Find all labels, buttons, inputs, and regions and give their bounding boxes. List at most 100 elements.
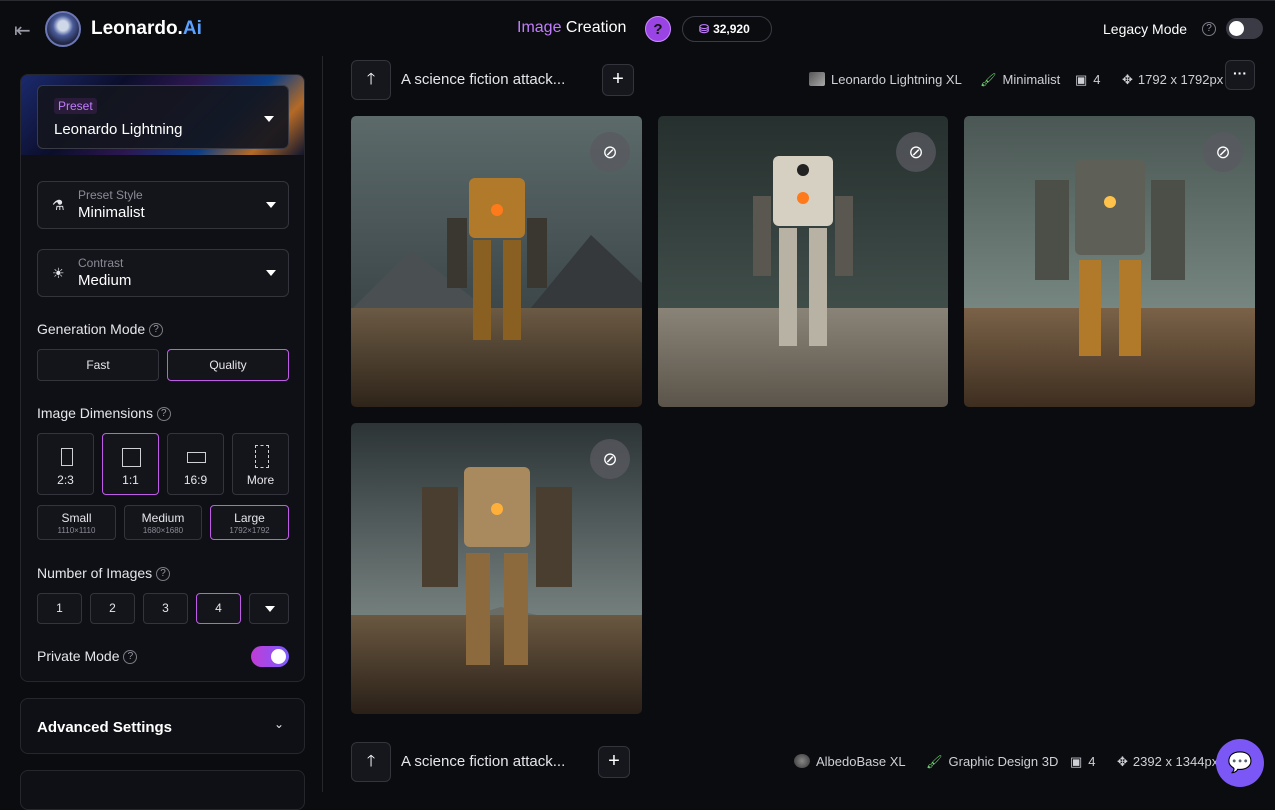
preset-tag: Preset xyxy=(54,98,97,114)
aspect-2-3-button[interactable]: 2:3 xyxy=(37,433,94,495)
generated-image[interactable]: ⊘ xyxy=(351,116,642,407)
num-images-3-button[interactable]: 3 xyxy=(143,593,188,624)
generated-image[interactable]: ⊘ xyxy=(964,116,1255,407)
size-dims: 1792×1792 xyxy=(229,526,270,535)
contrast-value: Medium xyxy=(78,272,132,289)
size-label: Small xyxy=(61,511,92,525)
token-balance[interactable]: ⛁ 32,920 xyxy=(682,16,772,42)
eye-off-icon[interactable]: ⊘ xyxy=(590,132,630,172)
legacy-mode-label: Legacy Mode xyxy=(1103,21,1188,37)
model-thumbnail-icon xyxy=(794,754,810,768)
help-icon[interactable]: ? xyxy=(1202,22,1216,36)
coins-icon: ⛁ xyxy=(699,22,710,36)
ellipsis-icon: ··· xyxy=(1233,65,1247,81)
portrait-icon xyxy=(61,448,73,466)
preset-dropdown[interactable]: Preset Leonardo Lightning xyxy=(37,85,289,149)
chevron-down-icon xyxy=(264,116,274,122)
images-icon: ▣ xyxy=(1070,754,1083,769)
generated-image[interactable]: ⊘ xyxy=(658,116,948,407)
help-icon[interactable]: ? xyxy=(156,407,171,422)
eye-off-icon[interactable]: ⊘ xyxy=(590,439,630,479)
style-info: 🖌 Minimalist xyxy=(980,72,1061,87)
size-label: Medium xyxy=(141,511,185,525)
number-of-images-label: Number of Images ? xyxy=(37,565,171,582)
chevron-down-icon xyxy=(265,606,275,612)
size-dims: 1110×1110 xyxy=(57,526,96,535)
num-images-1-button[interactable]: 1 xyxy=(37,593,82,624)
page-title: Image Creation xyxy=(517,19,627,36)
panel-divider xyxy=(322,56,323,792)
aspect-more-button[interactable]: More xyxy=(232,433,289,495)
dimensions-info: ✥ 1792 x 1792px xyxy=(1122,72,1224,87)
next-settings-panel[interactable] xyxy=(20,770,305,810)
mode-fast-button[interactable]: Fast xyxy=(37,349,159,381)
brand-suffix: Ai xyxy=(182,18,202,39)
advanced-settings-panel[interactable]: Advanced Settings ⌄ xyxy=(20,698,305,754)
settings-sidebar: Preset Leonardo Lightning ⚗ Preset Style… xyxy=(20,74,305,682)
help-icon[interactable]: ? xyxy=(149,323,164,338)
generation-header: 🡑 A science fiction attack... + Leonardo… xyxy=(351,60,1255,100)
brand-name[interactable]: Leonardo.Ai xyxy=(91,18,202,40)
preset-style-dropdown[interactable]: ⚗ Preset Style Minimalist xyxy=(37,181,289,229)
size-large-button[interactable]: Large 1792×1792 xyxy=(210,505,289,540)
contrast-dropdown[interactable]: ☀ Contrast Medium xyxy=(37,249,289,297)
eye-off-icon[interactable]: ⊘ xyxy=(1203,132,1243,172)
model-thumbnail-icon xyxy=(809,72,825,86)
image-count-info: ▣ 4 xyxy=(1075,72,1101,87)
back-arrow-icon[interactable]: ⇤ xyxy=(14,18,31,43)
dimensions-info: ✥ 2392 x 1344px xyxy=(1117,754,1219,769)
move-icon: ✥ xyxy=(1122,72,1133,87)
aspect-1-1-button[interactable]: 1:1 xyxy=(102,433,159,495)
chat-icon[interactable]: 💬 xyxy=(1216,739,1264,787)
help-button[interactable]: ? xyxy=(645,16,671,42)
image-count-info: ▣ 4 xyxy=(1070,754,1096,769)
help-icon[interactable]: ? xyxy=(123,650,138,665)
robot-figure xyxy=(753,156,853,356)
num-images-more-button[interactable] xyxy=(249,593,289,624)
advanced-settings-label: Advanced Settings xyxy=(37,719,173,736)
num-images-2-button[interactable]: 2 xyxy=(90,593,135,624)
private-mode-label: Private Mode ? xyxy=(37,648,138,665)
chevron-down-icon: ⌄ xyxy=(273,717,284,731)
size-small-button[interactable]: Small 1110×1110 xyxy=(37,505,116,540)
robot-figure xyxy=(421,467,572,667)
robot-figure xyxy=(1034,160,1185,360)
legacy-mode-toggle[interactable] xyxy=(1226,18,1263,39)
reuse-prompt-button[interactable]: 🡑 xyxy=(351,60,391,100)
private-mode-toggle[interactable] xyxy=(251,646,289,667)
size-label: Large xyxy=(234,511,265,525)
image-dimensions-label: Image Dimensions ? xyxy=(37,405,171,422)
generated-image[interactable]: ⊘ xyxy=(351,423,642,714)
size-dims: 1680×1680 xyxy=(142,526,184,535)
custom-ratio-icon xyxy=(255,445,269,468)
move-icon: ✥ xyxy=(1117,754,1128,769)
arrow-up-icon: 🡑 xyxy=(366,71,376,88)
add-button[interactable]: + xyxy=(602,64,634,96)
size-medium-button[interactable]: Medium 1680×1680 xyxy=(124,505,202,540)
preset-banner: Preset Leonardo Lightning xyxy=(21,75,304,155)
generation-header: 🡑 A science fiction attack... + AlbedoBa… xyxy=(351,742,1255,782)
generation-mode-label: Generation Mode ? xyxy=(37,321,164,338)
brush-icon: 🖌 xyxy=(926,754,943,769)
model-info: Leonardo Lightning XL xyxy=(809,72,962,87)
prompt-text[interactable]: A science fiction attack... xyxy=(401,71,565,88)
num-images-4-button[interactable]: 4 xyxy=(196,593,241,624)
brush-icon: 🖌 xyxy=(980,72,997,87)
plus-icon: + xyxy=(608,750,620,772)
top-bar: ⇤ Leonardo.Ai Image Creation ? ⛁ 32,920 L… xyxy=(0,0,1275,56)
flask-icon: ⚗ xyxy=(52,197,65,213)
more-options-button[interactable]: ··· xyxy=(1225,60,1255,90)
sun-icon: ☀ xyxy=(52,265,65,281)
logo-avatar[interactable] xyxy=(45,11,81,47)
eye-off-icon[interactable]: ⊘ xyxy=(896,132,936,172)
preset-value: Leonardo Lightning xyxy=(54,121,183,138)
chevron-down-icon xyxy=(266,270,276,276)
aspect-label: 16:9 xyxy=(183,473,208,487)
prompt-text[interactable]: A science fiction attack... xyxy=(401,753,565,770)
reuse-prompt-button[interactable]: 🡑 xyxy=(351,742,391,782)
help-icon[interactable]: ? xyxy=(156,567,171,582)
mode-quality-button[interactable]: Quality xyxy=(167,349,289,381)
arrow-up-icon: 🡑 xyxy=(366,753,376,770)
add-button[interactable]: + xyxy=(598,746,630,778)
aspect-16-9-button[interactable]: 16:9 xyxy=(167,433,224,495)
